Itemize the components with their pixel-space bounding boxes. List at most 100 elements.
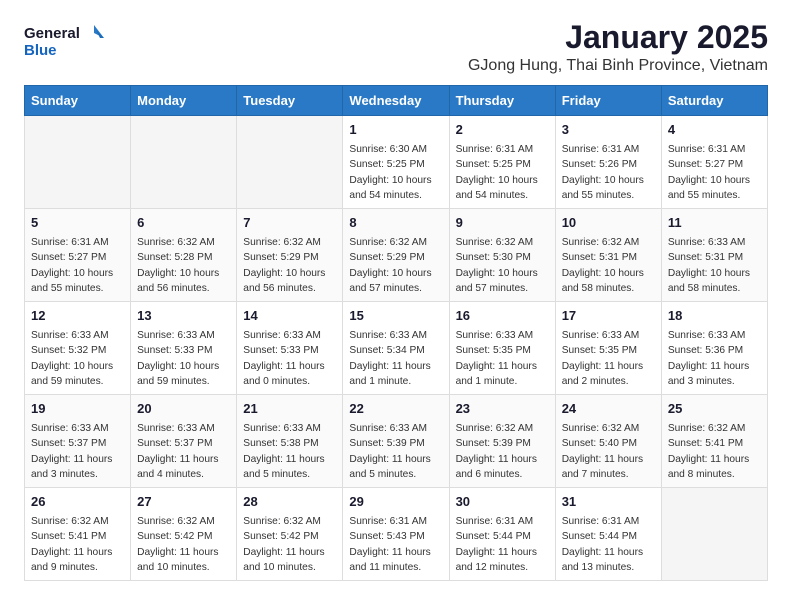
day-number: 16 (456, 307, 549, 326)
day-number: 21 (243, 400, 336, 419)
day-number: 25 (668, 400, 761, 419)
day-info: Sunrise: 6:33 AMSunset: 5:38 PMDaylight:… (243, 421, 336, 482)
calendar-cell: 3 Sunrise: 6:31 AMSunset: 5:26 PMDaylight… (555, 116, 661, 209)
calendar-cell: 13 Sunrise: 6:33 AMSunset: 5:33 PMDayligh… (131, 302, 237, 395)
day-info: Sunrise: 6:31 AMSunset: 5:27 PMDaylight:… (668, 142, 761, 203)
day-number: 13 (137, 307, 230, 326)
calendar-cell: 11 Sunrise: 6:33 AMSunset: 5:31 PMDayligh… (661, 209, 767, 302)
page-header: General Blue January 2025 GJong Hung, Th… (24, 20, 768, 75)
calendar-cell: 1 Sunrise: 6:30 AMSunset: 5:25 PMDaylight… (343, 116, 449, 209)
month-title: January 2025 (468, 20, 768, 55)
day-info: Sunrise: 6:31 AMSunset: 5:43 PMDaylight:… (349, 514, 442, 575)
calendar-cell: 19Sunrise: 6:33 AMSunset: 5:37 PMDayligh… (25, 395, 131, 488)
calendar-cell: 4Sunrise: 6:31 AMSunset: 5:27 PMDaylight… (661, 116, 767, 209)
day-info: Sunrise: 6:31 AMSunset: 5:25 PMDaylight:… (456, 142, 549, 203)
calendar-cell: 2 Sunrise: 6:31 AMSunset: 5:25 PMDaylight… (449, 116, 555, 209)
day-info: Sunrise: 6:33 AMSunset: 5:39 PMDaylight:… (349, 421, 442, 482)
day-info: Sunrise: 6:30 AMSunset: 5:25 PMDaylight:… (349, 142, 442, 203)
calendar-cell: 5 Sunrise: 6:31 AMSunset: 5:27 PMDaylight… (25, 209, 131, 302)
day-info: Sunrise: 6:33 AMSunset: 5:31 PMDaylight:… (668, 235, 761, 296)
title-block: January 2025 GJong Hung, Thai Binh Provi… (468, 20, 768, 75)
day-number: 8 (349, 214, 442, 233)
calendar-cell: 16 Sunrise: 6:33 AMSunset: 5:35 PMDayligh… (449, 302, 555, 395)
calendar-week-4: 26 Sunrise: 6:32 AMSunset: 5:41 PMDayligh… (25, 488, 768, 581)
day-number: 3 (562, 121, 655, 140)
logo-svg: General Blue (24, 20, 104, 64)
day-number: 7 (243, 214, 336, 233)
day-number: 20 (137, 400, 230, 419)
day-info: Sunrise: 6:33 AMSunset: 5:37 PMDaylight:… (31, 421, 124, 482)
day-info: Sunrise: 6:32 AMSunset: 5:29 PMDaylight:… (243, 235, 336, 296)
calendar-table: SundayMondayTuesdayWednesdayThursdayFrid… (24, 85, 768, 581)
calendar-cell (131, 116, 237, 209)
day-number: 27 (137, 493, 230, 512)
calendar-cell: 24 Sunrise: 6:32 AMSunset: 5:40 PMDayligh… (555, 395, 661, 488)
day-number: 18 (668, 307, 761, 326)
day-number: 2 (456, 121, 549, 140)
calendar-cell: 27 Sunrise: 6:32 AMSunset: 5:42 PMDayligh… (131, 488, 237, 581)
day-info: Sunrise: 6:33 AMSunset: 5:35 PMDaylight:… (562, 328, 655, 389)
day-info: Sunrise: 6:32 AMSunset: 5:41 PMDaylight:… (31, 514, 124, 575)
calendar-cell: 9 Sunrise: 6:32 AMSunset: 5:30 PMDaylight… (449, 209, 555, 302)
calendar-cell: 8 Sunrise: 6:32 AMSunset: 5:29 PMDaylight… (343, 209, 449, 302)
day-info: Sunrise: 6:32 AMSunset: 5:41 PMDaylight:… (668, 421, 761, 482)
column-header-sunday: Sunday (25, 86, 131, 116)
day-number: 31 (562, 493, 655, 512)
calendar-cell: 21 Sunrise: 6:33 AMSunset: 5:38 PMDayligh… (237, 395, 343, 488)
calendar-cell (237, 116, 343, 209)
calendar-cell: 22 Sunrise: 6:33 AMSunset: 5:39 PMDayligh… (343, 395, 449, 488)
calendar-cell (661, 488, 767, 581)
calendar-cell: 7 Sunrise: 6:32 AMSunset: 5:29 PMDaylight… (237, 209, 343, 302)
calendar-cell: 18 Sunrise: 6:33 AMSunset: 5:36 PMDayligh… (661, 302, 767, 395)
day-number: 1 (349, 121, 442, 140)
calendar-cell: 10Sunrise: 6:32 AMSunset: 5:31 PMDayligh… (555, 209, 661, 302)
day-number: 9 (456, 214, 549, 233)
day-info: Sunrise: 6:31 AMSunset: 5:27 PMDaylight:… (31, 235, 124, 296)
day-number: 29 (349, 493, 442, 512)
day-info: Sunrise: 6:32 AMSunset: 5:30 PMDaylight:… (456, 235, 549, 296)
day-number: 15 (349, 307, 442, 326)
calendar-cell: 20 Sunrise: 6:33 AMSunset: 5:37 PMDayligh… (131, 395, 237, 488)
day-number: 5 (31, 214, 124, 233)
day-number: 24 (562, 400, 655, 419)
calendar-cell: 30Sunrise: 6:31 AMSunset: 5:44 PMDayligh… (449, 488, 555, 581)
calendar-header-row: SundayMondayTuesdayWednesdayThursdayFrid… (25, 86, 768, 116)
day-number: 14 (243, 307, 336, 326)
day-info: Sunrise: 6:33 AMSunset: 5:36 PMDaylight:… (668, 328, 761, 389)
calendar-week-2: 12Sunrise: 6:33 AMSunset: 5:32 PMDayligh… (25, 302, 768, 395)
day-info: Sunrise: 6:32 AMSunset: 5:42 PMDaylight:… (243, 514, 336, 575)
svg-text:General: General (24, 25, 80, 42)
calendar-week-1: 5 Sunrise: 6:31 AMSunset: 5:27 PMDaylight… (25, 209, 768, 302)
day-number: 23 (456, 400, 549, 419)
day-number: 26 (31, 493, 124, 512)
location-title: GJong Hung, Thai Binh Province, Vietnam (468, 57, 768, 75)
calendar-cell: 29 Sunrise: 6:31 AMSunset: 5:43 PMDayligh… (343, 488, 449, 581)
calendar-week-3: 19Sunrise: 6:33 AMSunset: 5:37 PMDayligh… (25, 395, 768, 488)
day-info: Sunrise: 6:33 AMSunset: 5:34 PMDaylight:… (349, 328, 442, 389)
day-info: Sunrise: 6:31 AMSunset: 5:26 PMDaylight:… (562, 142, 655, 203)
day-info: Sunrise: 6:33 AMSunset: 5:32 PMDaylight:… (31, 328, 124, 389)
calendar-cell: 28Sunrise: 6:32 AMSunset: 5:42 PMDayligh… (237, 488, 343, 581)
day-info: Sunrise: 6:33 AMSunset: 5:33 PMDaylight:… (243, 328, 336, 389)
calendar-cell (25, 116, 131, 209)
day-number: 11 (668, 214, 761, 233)
day-number: 22 (349, 400, 442, 419)
day-info: Sunrise: 6:32 AMSunset: 5:39 PMDaylight:… (456, 421, 549, 482)
calendar-week-0: 1 Sunrise: 6:30 AMSunset: 5:25 PMDaylight… (25, 116, 768, 209)
day-info: Sunrise: 6:32 AMSunset: 5:42 PMDaylight:… (137, 514, 230, 575)
day-number: 17 (562, 307, 655, 326)
calendar-cell: 31Sunrise: 6:31 AMSunset: 5:44 PMDayligh… (555, 488, 661, 581)
column-header-thursday: Thursday (449, 86, 555, 116)
calendar-cell: 26 Sunrise: 6:32 AMSunset: 5:41 PMDayligh… (25, 488, 131, 581)
calendar-cell: 12Sunrise: 6:33 AMSunset: 5:32 PMDayligh… (25, 302, 131, 395)
day-info: Sunrise: 6:32 AMSunset: 5:31 PMDaylight:… (562, 235, 655, 296)
calendar-cell: 6Sunrise: 6:32 AMSunset: 5:28 PMDaylight… (131, 209, 237, 302)
day-info: Sunrise: 6:32 AMSunset: 5:29 PMDaylight:… (349, 235, 442, 296)
day-info: Sunrise: 6:33 AMSunset: 5:35 PMDaylight:… (456, 328, 549, 389)
day-info: Sunrise: 6:33 AMSunset: 5:33 PMDaylight:… (137, 328, 230, 389)
calendar-cell: 23 Sunrise: 6:32 AMSunset: 5:39 PMDayligh… (449, 395, 555, 488)
day-info: Sunrise: 6:32 AMSunset: 5:28 PMDaylight:… (137, 235, 230, 296)
day-info: Sunrise: 6:33 AMSunset: 5:37 PMDaylight:… (137, 421, 230, 482)
day-info: Sunrise: 6:32 AMSunset: 5:40 PMDaylight:… (562, 421, 655, 482)
column-header-tuesday: Tuesday (237, 86, 343, 116)
